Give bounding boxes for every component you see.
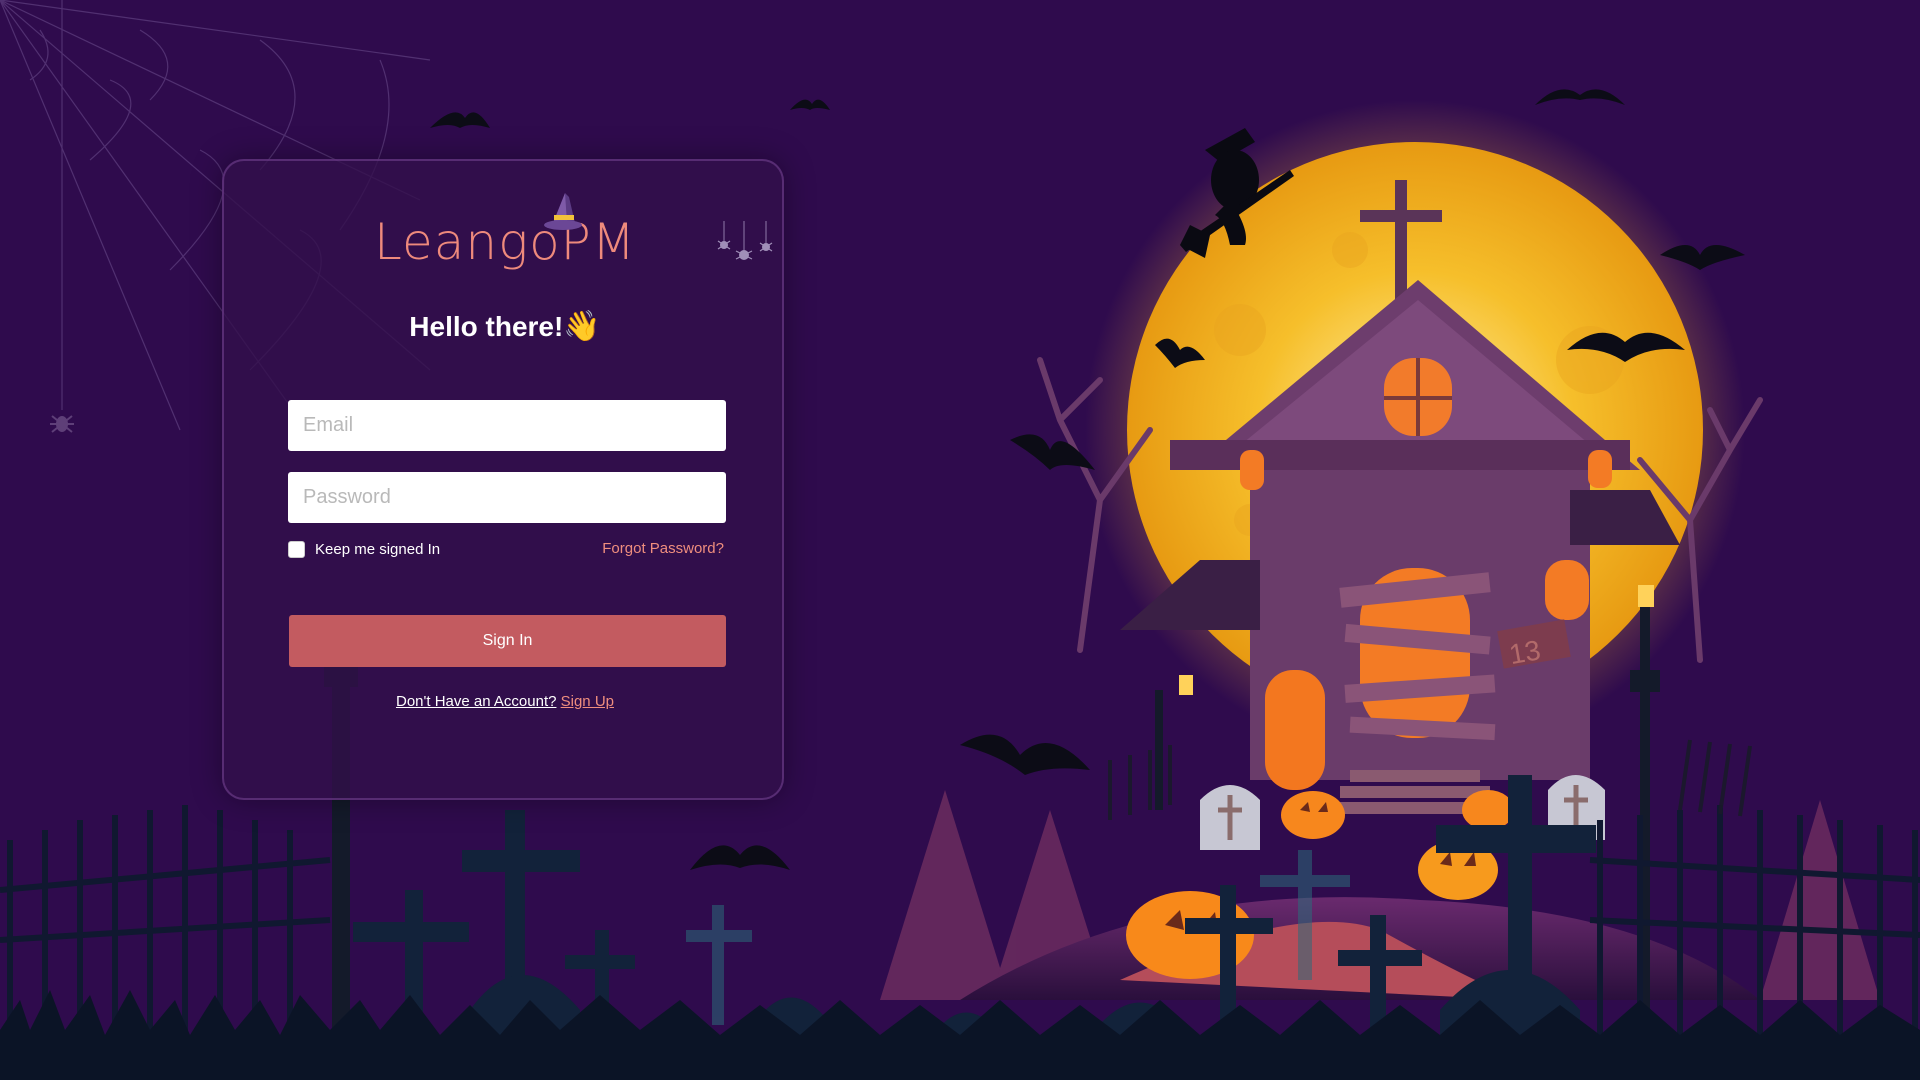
- sign-in-button[interactable]: Sign In: [289, 615, 726, 667]
- keep-signed-in-label: Keep me signed In: [315, 540, 441, 558]
- forgot-password-link[interactable]: Forgot Password?: [602, 540, 724, 557]
- greeting-text: Hello there!: [409, 311, 564, 342]
- no-account-text: Don't Have an Account?: [395, 693, 557, 710]
- email-field[interactable]: [288, 400, 726, 451]
- login-card: LeangoPM Hello there!👋 Keep me signed In…: [222, 159, 784, 800]
- signup-prompt: Don't Have an Account? Sign Up: [224, 693, 786, 710]
- spiders-icon: [717, 221, 773, 260]
- sign-up-link[interactable]: Sign Up: [561, 693, 614, 710]
- logo-text: LeangoPM: [374, 213, 636, 271]
- leangopm-logo: LeangoPM: [224, 213, 786, 271]
- hanging-spider-icon: [50, 415, 74, 433]
- keep-signed-in-checkbox[interactable]: [288, 540, 305, 558]
- password-field[interactable]: [288, 472, 726, 523]
- svg-text:13: 13: [1507, 634, 1543, 670]
- witch-hat-icon: [544, 193, 582, 230]
- greeting-heading: Hello there!👋: [224, 309, 786, 344]
- keep-signed-in-row[interactable]: Keep me signed In: [288, 538, 440, 560]
- waving-hand-icon: 👋: [563, 310, 601, 343]
